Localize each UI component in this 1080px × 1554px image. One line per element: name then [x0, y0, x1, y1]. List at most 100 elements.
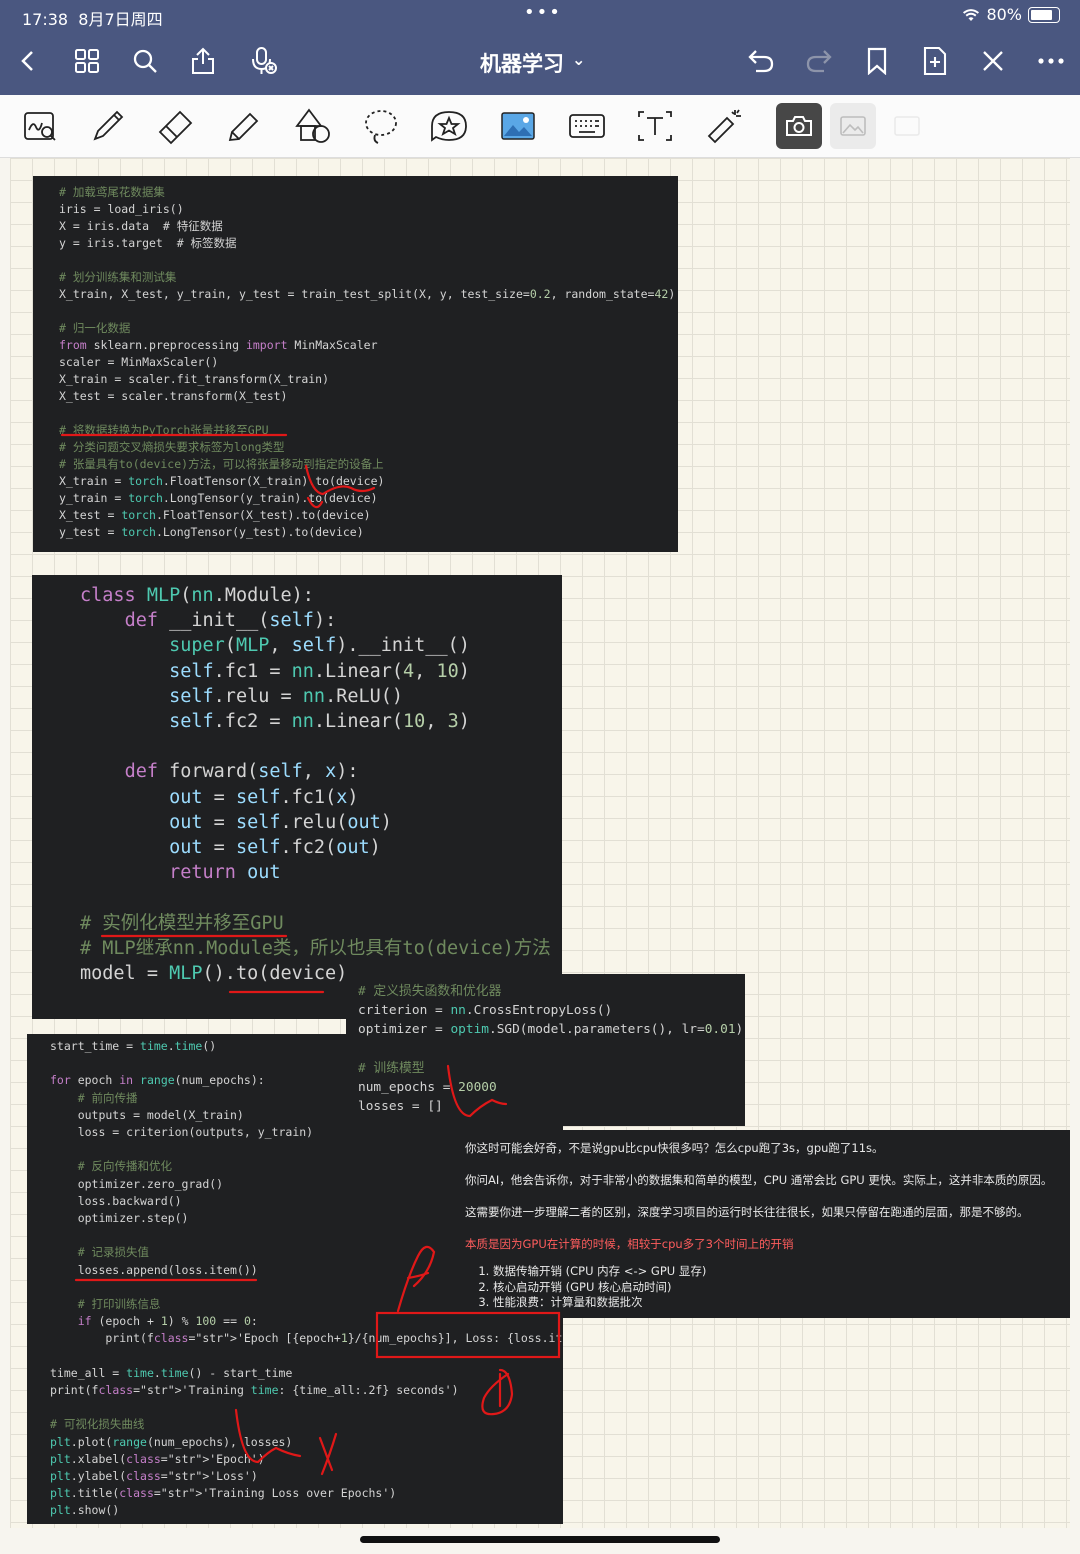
app-header: 17:38 8月7日周四 ••• 80% 机器学习 ⌄: [0, 0, 1080, 95]
laser-pointer-icon[interactable]: [700, 103, 746, 149]
zoom-box-icon[interactable]: [17, 103, 63, 149]
code-line: # 反向传播和优化: [77, 1159, 173, 1174]
note-paragraph: 这需要你进一步理解二者的区别，深度学习项目的运行时长往往很长，如果只停留在跑通的…: [465, 1205, 1029, 1219]
dim-tool-icon[interactable]: [884, 103, 930, 149]
code-line: def forward(self, x):: [124, 761, 359, 783]
shapes-icon[interactable]: [290, 103, 336, 149]
code-line: for epoch in range(num_epochs):: [50, 1073, 265, 1088]
code-line: outputs = model(X_train): [50, 1107, 244, 1122]
code-line: plt.xlabel(class="str">'Epoch': [50, 1451, 258, 1466]
code-line: optimizer.step(): [50, 1211, 189, 1226]
nav-bar: 机器学习 ⌄: [0, 32, 1080, 95]
code-line: # 实例化模型并移至GPU: [80, 912, 284, 934]
note-canvas[interactable]: # 加载鸢尾花数据集 iris = load_iris() X = iris.d…: [10, 158, 1070, 1528]
text-box-icon[interactable]: [632, 103, 678, 149]
code-line: out = self.fc1(x): [169, 786, 359, 808]
code-line: # 加载鸢尾花数据集: [59, 185, 165, 199]
code-line: X_train = torch.FloatTensor(X_train).to(…: [59, 474, 385, 488]
image-icon[interactable]: [495, 103, 541, 149]
list-item: 核心启动开销 (GPU 核心启动时间): [493, 1280, 1070, 1296]
code-line: time_all = time.time() - start_time: [50, 1365, 293, 1380]
code-screenshot-data-prep: # 加载鸢尾花数据集 iris = load_iris() X = iris.d…: [33, 176, 678, 552]
code-line: X_test = scaler.transform(X_test): [59, 389, 288, 403]
code-line: X_test = torch.FloatTensor(X_test).to(de…: [59, 508, 371, 522]
keyboard-icon[interactable]: [564, 103, 610, 149]
note-highlight: 本质是因为GPU在计算的时候，相较于cpu多了3个时间上的开销: [465, 1237, 794, 1251]
explanation-note: 你这时可能会好奇，不是说gpu比cpu快很多吗？怎么cpu跑了3s，gpu跑了1…: [452, 1130, 1070, 1318]
notebook-title[interactable]: 机器学习 ⌄: [480, 48, 585, 78]
note-paragraph: 你这时可能会好奇，不是说gpu比cpu快很多吗？怎么cpu跑了3s，gpu跑了1…: [465, 1141, 884, 1155]
sticker-icon[interactable]: [426, 103, 472, 149]
code-line: optimizer = optim.SGD(model.parameters()…: [358, 1022, 744, 1038]
status-right: 80%: [962, 5, 1060, 24]
image-placeholder-icon[interactable]: [830, 103, 876, 149]
code-line: y_train = torch.LongTensor(y_train).to(d…: [59, 491, 378, 505]
microphone-icon[interactable]: [246, 44, 280, 78]
code-line: optimizer.zero_grad(): [50, 1176, 224, 1191]
more-icon[interactable]: [1034, 44, 1068, 78]
undo-icon[interactable]: [744, 44, 778, 78]
code-line: # 记录损失值: [77, 1245, 150, 1260]
code-line: plt.plot(range(num_epochs), losses): [50, 1434, 293, 1449]
code-line: loss = criterion(outputs, y_train): [50, 1125, 314, 1140]
code-screenshot-loss-optimizer: # 定义损失函数和优化器 criterion = nn.CrossEntropy…: [346, 974, 745, 1126]
camera-icon[interactable]: [776, 103, 822, 149]
back-icon[interactable]: [12, 44, 46, 78]
note-paragraph: 你问AI，他会告诉你，对于非常小的数据集和简单的模型，CPU 通常会比 GPU …: [465, 1173, 1053, 1187]
code-line: out = self.relu(out): [169, 811, 392, 833]
pen-icon[interactable]: [84, 103, 130, 149]
code-line: criterion = nn.CrossEntropyLoss(): [358, 1003, 613, 1019]
search-icon[interactable]: [128, 44, 162, 78]
code-line: super(MLP, self).__init__(): [169, 635, 470, 657]
code-line: if (epoch + 1) % 100 == 0:: [77, 1314, 258, 1329]
code-line: losses = []: [358, 1099, 443, 1115]
code-line: X_train = scaler.fit_transform(X_train): [59, 372, 330, 386]
highlighter-icon[interactable]: [220, 103, 266, 149]
code-line: class MLP(nn.Module):: [80, 585, 314, 606]
add-page-icon[interactable]: [918, 44, 952, 78]
bookmark-icon[interactable]: [860, 44, 894, 78]
code-line: # MLP继承nn.Module类，所以也具有to(device)方法: [80, 937, 551, 959]
multitasking-dots[interactable]: •••: [524, 2, 562, 23]
code-line: print(fclass="str">'Training time: {time…: [50, 1383, 452, 1398]
code-line: X_train, X_test, y_train, y_test = train…: [59, 287, 676, 301]
code-line: from sklearn.preprocessing import MinMax…: [59, 338, 378, 352]
close-icon[interactable]: [976, 44, 1010, 78]
code-line: print(fclass="str">'Epoch [{epoch+1}/{nu…: [50, 1331, 563, 1346]
code-line: num_epochs = 20000: [358, 1080, 497, 1096]
code-line: return out: [169, 862, 281, 884]
tool-bar: [0, 95, 1080, 158]
code-line: # 将数据转换为PyTorch张量并移至GPU: [59, 423, 269, 437]
battery-icon: [1028, 6, 1060, 23]
code-line: iris = load_iris(): [59, 202, 184, 216]
code-line: loss.backward(): [50, 1193, 182, 1208]
code-line: # 可视化损失曲线: [50, 1417, 145, 1432]
lasso-icon[interactable]: [358, 103, 404, 149]
grid-view-icon[interactable]: [70, 44, 104, 78]
code-line: # 训练模型: [358, 1060, 425, 1076]
list-item: 性能浪费：计算量和数据批次: [493, 1295, 1070, 1311]
code-line: self.fc1 = nn.Linear(4, 10): [169, 660, 470, 682]
code-line: # 分类问题交叉熵损失要求标签为long类型: [59, 440, 285, 454]
code-line: scaler = MinMaxScaler(): [59, 355, 219, 369]
code-line: X = iris.data # 特征数据: [59, 219, 223, 233]
code-line: y = iris.target # 标签数据: [59, 236, 237, 250]
eraser-icon[interactable]: [152, 103, 198, 149]
share-icon[interactable]: [186, 44, 220, 78]
code-line: def __init__(self):: [124, 610, 337, 632]
battery-fill: [1031, 9, 1052, 20]
redo-icon[interactable]: [802, 44, 836, 78]
code-line: # 定义损失函数和优化器: [358, 984, 502, 999]
code-line: y_test = torch.LongTensor(y_test).to(dev…: [59, 525, 364, 539]
list-item: 数据传输开销 (CPU 内存 <-> GPU 显存): [493, 1264, 1070, 1280]
code-line: self.relu = nn.ReLU(): [169, 685, 404, 707]
code-line: # 前向传播: [77, 1090, 138, 1105]
code-line: model = MLP().to(device): [80, 963, 348, 985]
home-indicator[interactable]: [360, 1536, 720, 1543]
battery-percent: 80%: [986, 5, 1022, 24]
chevron-down-icon: ⌄: [572, 49, 586, 69]
code-line: losses.append(loss.item()): [50, 1262, 258, 1277]
code-line: plt.show(): [50, 1503, 120, 1518]
code-screenshot-mlp-model: class MLP(nn.Module): def __init__(self)…: [32, 575, 562, 1019]
code-line: plt.title(class="str">'Training Loss ove…: [50, 1486, 390, 1501]
